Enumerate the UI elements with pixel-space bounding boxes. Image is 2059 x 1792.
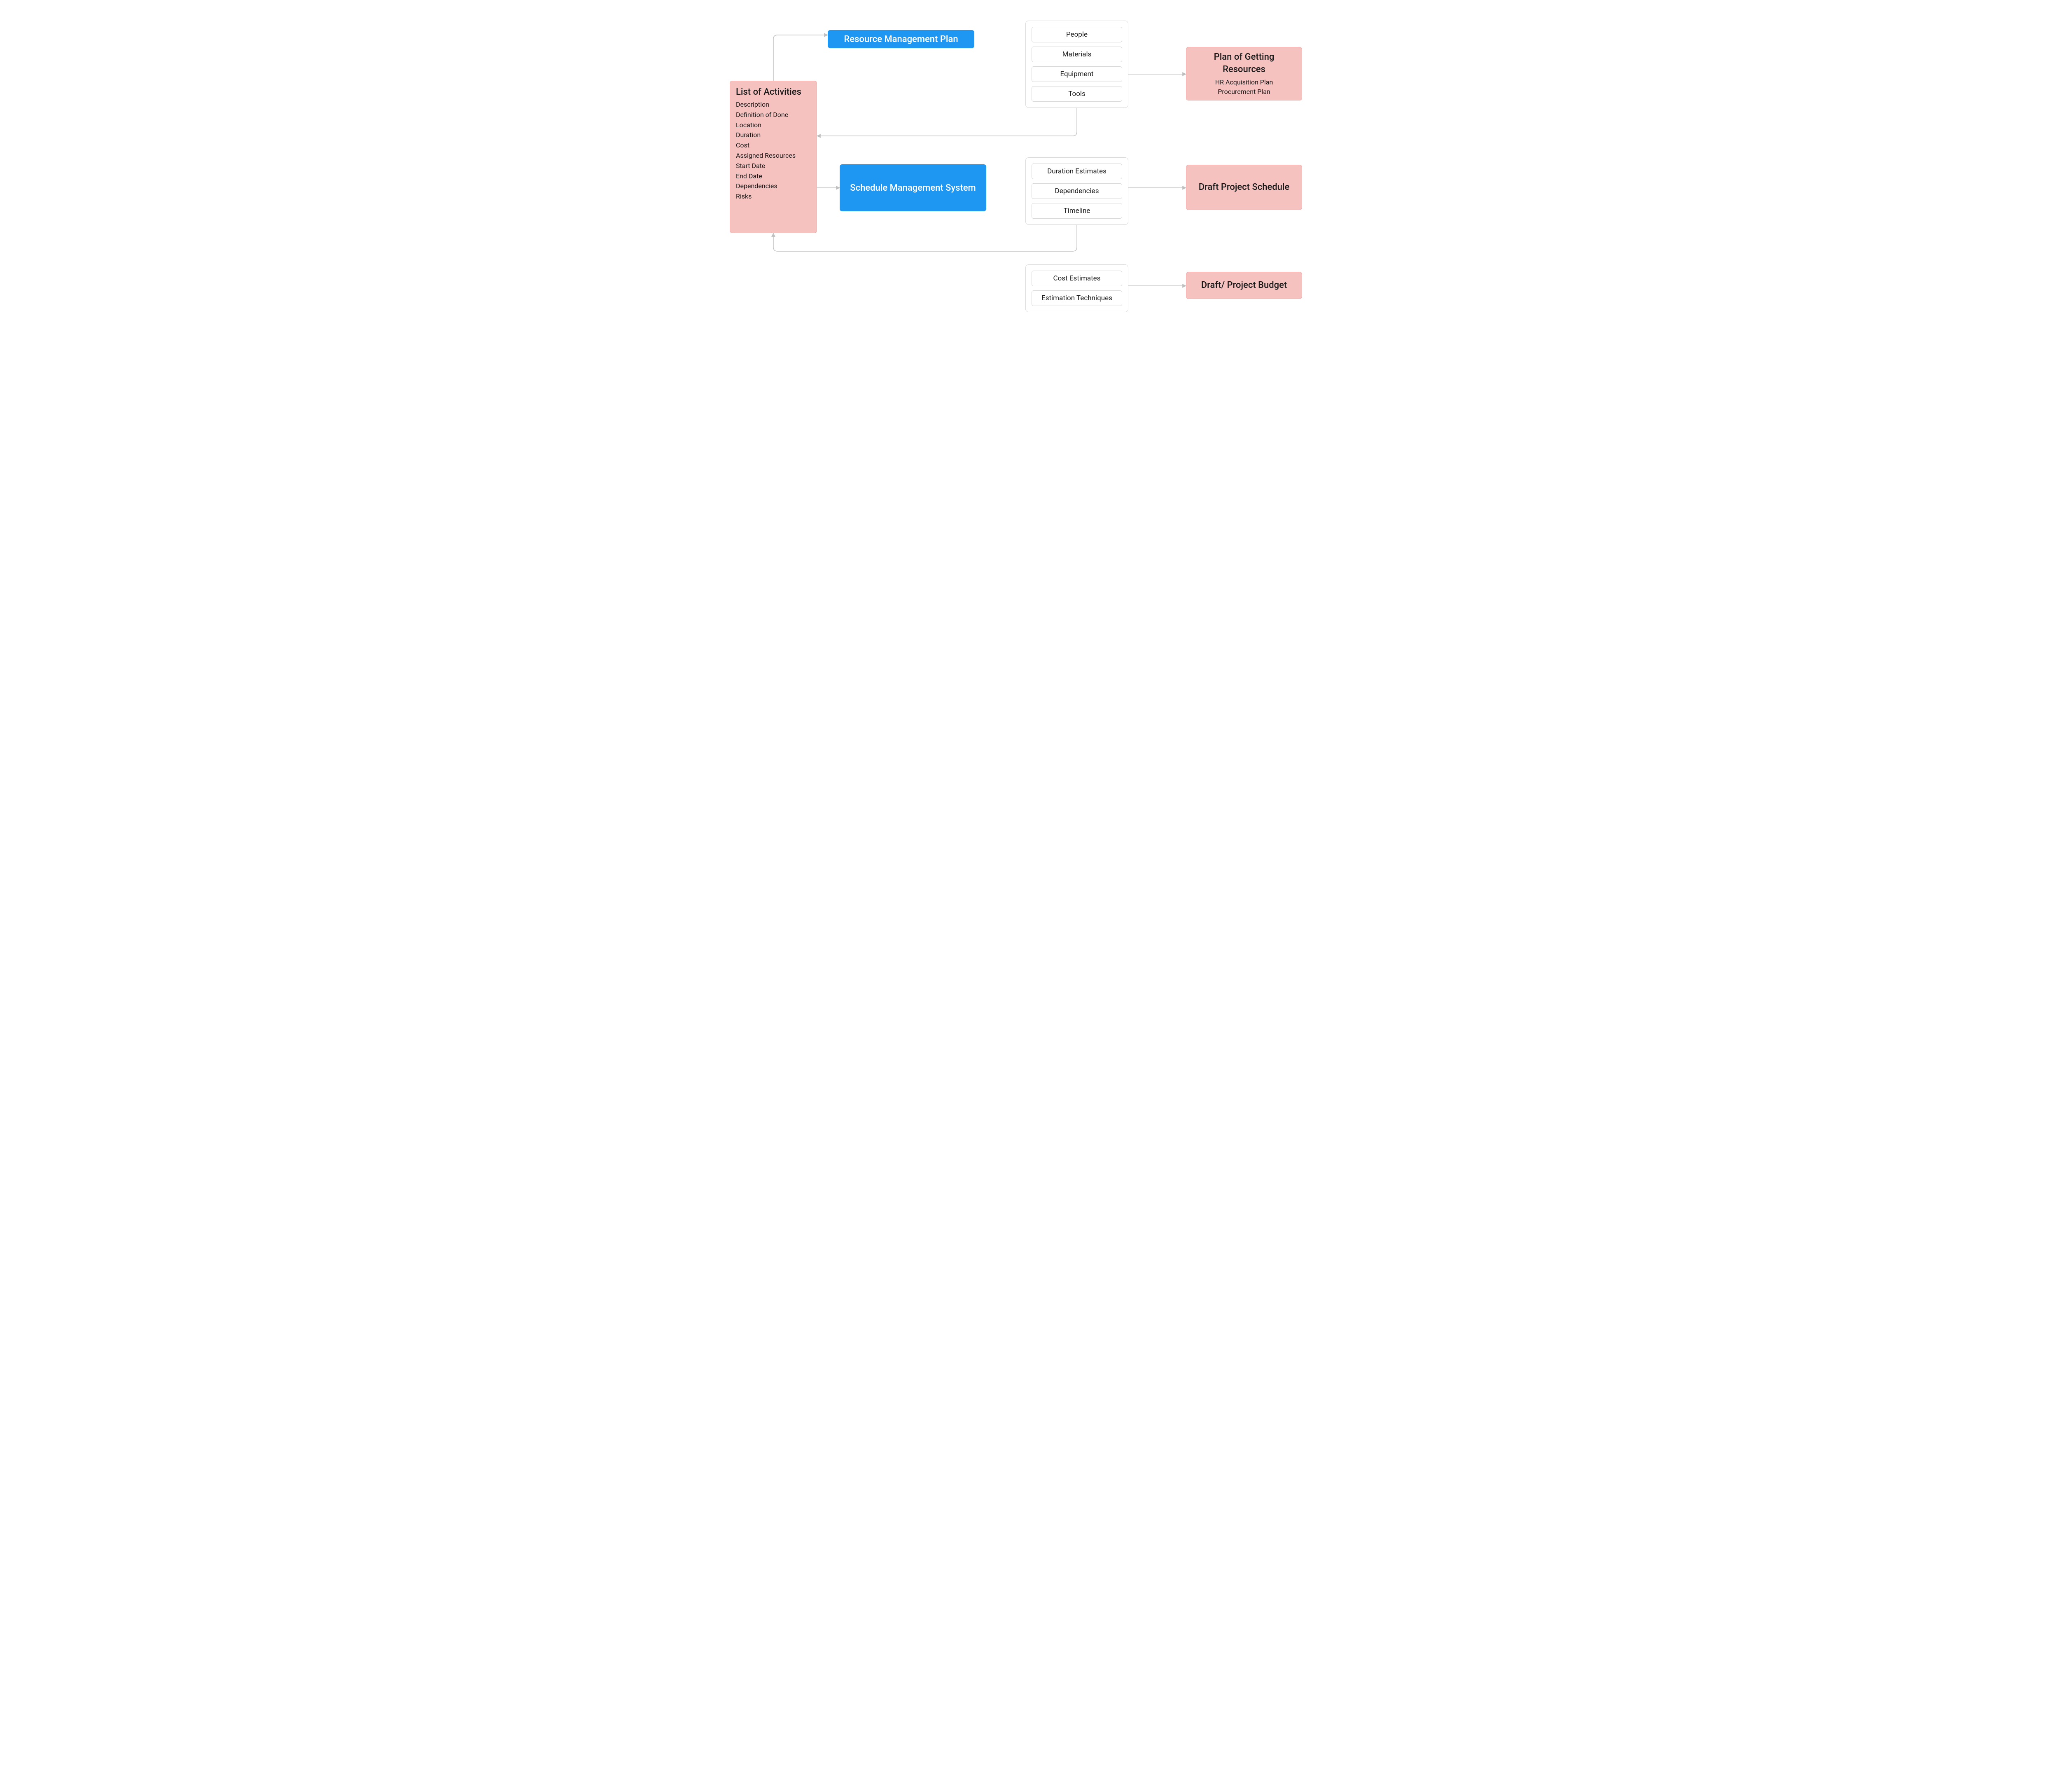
activities-title: List of Activities xyxy=(736,87,811,97)
diagram-canvas: List of Activities Description Definitio… xyxy=(708,0,1351,352)
rmp-label: Resource Management Plan xyxy=(844,34,958,44)
out1-sub-2: Procurement Plan xyxy=(1218,87,1270,96)
activities-item: Cost xyxy=(736,140,811,151)
chip-tools: Tools xyxy=(1032,86,1122,102)
node-draft-project-schedule: Draft Project Schedule xyxy=(1186,165,1302,210)
chip-estimation-techniques: Estimation Techniques xyxy=(1032,290,1122,306)
chip-equipment: Equipment xyxy=(1032,66,1122,82)
node-resource-management-plan: Resource Management Plan xyxy=(828,30,974,48)
out2-title: Draft Project Schedule xyxy=(1199,181,1290,194)
activities-item: Dependencies xyxy=(736,181,811,192)
out1-sub-1: HR Acquisition Plan xyxy=(1215,77,1273,87)
node-schedule-management-system: Schedule Management System xyxy=(840,164,986,211)
activities-item: End Date xyxy=(736,171,811,182)
node-plan-of-getting-resources: Plan of Getting Resources HR Acquisition… xyxy=(1186,47,1302,100)
activities-item: Start Date xyxy=(736,161,811,171)
chip-timeline: Timeline xyxy=(1032,203,1122,219)
out3-title: Draft/ Project Budget xyxy=(1201,279,1287,292)
chip-people: People xyxy=(1032,27,1122,42)
sms-label: Schedule Management System xyxy=(850,183,976,193)
group-resource-types: People Materials Equipment Tools xyxy=(1025,21,1128,108)
chip-duration-estimates: Duration Estimates xyxy=(1032,164,1122,179)
node-draft-project-budget: Draft/ Project Budget xyxy=(1186,272,1302,299)
activities-item: Definition of Done xyxy=(736,110,811,120)
activities-item: Risks xyxy=(736,192,811,202)
group-cost-inputs: Cost Estimates Estimation Techniques xyxy=(1025,264,1128,312)
activities-item: Assigned Resources xyxy=(736,151,811,161)
chip-dependencies: Dependencies xyxy=(1032,183,1122,199)
activities-item: Description xyxy=(736,100,811,110)
node-list-of-activities: List of Activities Description Definitio… xyxy=(730,81,817,233)
activities-item: Duration xyxy=(736,130,811,140)
chip-materials: Materials xyxy=(1032,47,1122,62)
activities-item: Location xyxy=(736,120,811,131)
out1-title: Plan of Getting Resources xyxy=(1192,51,1296,75)
group-schedule-inputs: Duration Estimates Dependencies Timeline xyxy=(1025,157,1128,225)
chip-cost-estimates: Cost Estimates xyxy=(1032,271,1122,286)
